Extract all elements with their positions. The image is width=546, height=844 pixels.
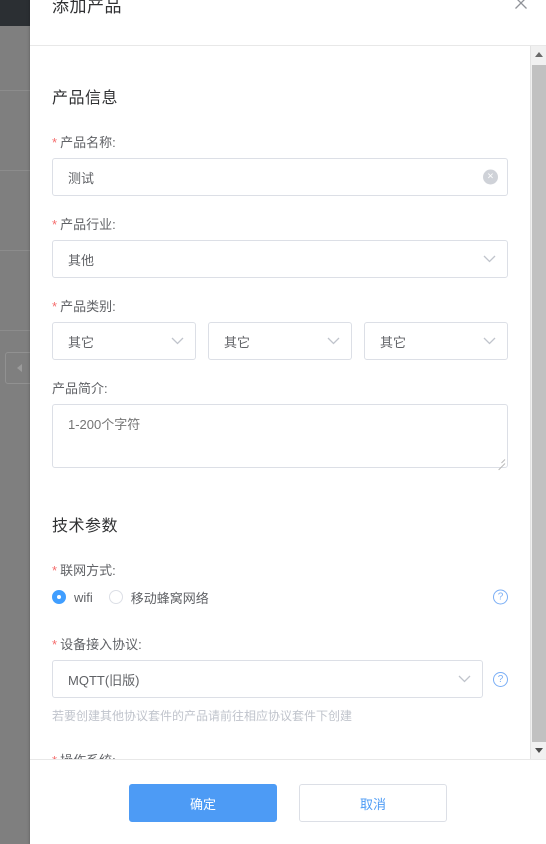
label-network-type: 联网方式: [52,560,508,579]
radio-label-cellular: 移动蜂窝网络 [130,590,209,606]
scroll-down-arrow-icon[interactable] [531,742,546,759]
dialog-footer: 确定 取消 [30,759,546,844]
product-category-select-2[interactable]: 其它 [208,322,352,360]
confirm-button[interactable]: 确定 [129,784,277,822]
add-product-dialog: 添加产品 产品信息 产品名称: 测试 × 产品行业: 其他 [30,0,546,844]
field-product-intro: 产品简介: [52,378,508,471]
scrollbar-thumb[interactable] [532,65,546,755]
background-ghost-arrow-icon [17,364,22,372]
dialog-body: 产品信息 产品名称: 测试 × 产品行业: 其他 [30,46,530,759]
product-category-row: 其它 其它 其它 [52,322,508,360]
label-product-intro: 产品简介: [52,381,108,396]
radio-label-wifi: wifi [74,589,93,605]
label-product-industry: 产品行业: [52,214,508,233]
device-protocol-control: MQTT(旧版) [52,660,483,698]
product-intro-textarea[interactable] [52,404,508,468]
product-intro-control [52,404,508,471]
product-category-select-3[interactable]: 其它 [364,322,508,360]
help-icon-network[interactable]: ? [493,589,508,605]
radio-network-cellular[interactable]: 移动蜂窝网络 [108,588,209,607]
help-icon-protocol[interactable]: ? [493,671,508,687]
radio-dot-icon [108,590,123,604]
dialog-header: 添加产品 [30,0,546,46]
dialog-body-wrapper: 产品信息 产品名称: 测试 × 产品行业: 其他 [30,46,546,759]
field-network-type: 联网方式: wifi 移动蜂窝网络 ? [52,560,508,608]
field-product-name: 产品名称: 测试 × [52,132,508,196]
field-product-category: 产品类别: 其它 其它 其它 [52,296,508,360]
label-product-name: 产品名称: [52,132,508,151]
device-protocol-select[interactable]: MQTT(旧版) [52,660,483,698]
product-name-control: 测试 × [52,158,508,196]
section-title-product-info: 产品信息 [52,90,119,107]
label-operating-system: 操作系统: [52,750,508,759]
field-device-protocol: 设备接入协议: MQTT(旧版) ? 若要创建其他协议套件的产品请前往相应协议套… [52,634,508,724]
radio-dot-icon [52,590,66,604]
network-type-radio-group: wifi 移动蜂窝网络 ? [52,586,508,608]
dialog-scrollbar[interactable] [530,46,546,759]
scroll-up-arrow-icon[interactable] [531,46,546,63]
product-category-control-3: 其它 [364,322,508,360]
product-industry-select[interactable]: 其他 [52,240,508,278]
label-device-protocol: 设备接入协议: [52,634,508,653]
section-title-tech-params: 技术参数 [52,518,119,535]
field-operating-system: 操作系统: [52,750,508,759]
product-category-control-1: 其它 [52,322,196,360]
product-category-control-2: 其它 [208,322,352,360]
product-industry-control: 其他 [52,240,508,278]
dialog-title: 添加产品 [52,0,122,16]
label-product-category: 产品类别: [52,296,508,315]
close-icon[interactable] [510,0,532,14]
device-protocol-hint: 若要创建其他协议套件的产品请前往相应协议套件下创建 [52,709,353,723]
clear-icon[interactable]: × [483,169,498,185]
device-protocol-row: MQTT(旧版) ? [52,660,508,698]
background-topbar [0,0,30,26]
cancel-button[interactable]: 取消 [299,784,447,822]
field-product-industry: 产品行业: 其他 [52,214,508,278]
product-name-input[interactable]: 测试 [52,158,508,196]
radio-network-wifi[interactable]: wifi [52,590,93,605]
product-category-select-1[interactable]: 其它 [52,322,196,360]
